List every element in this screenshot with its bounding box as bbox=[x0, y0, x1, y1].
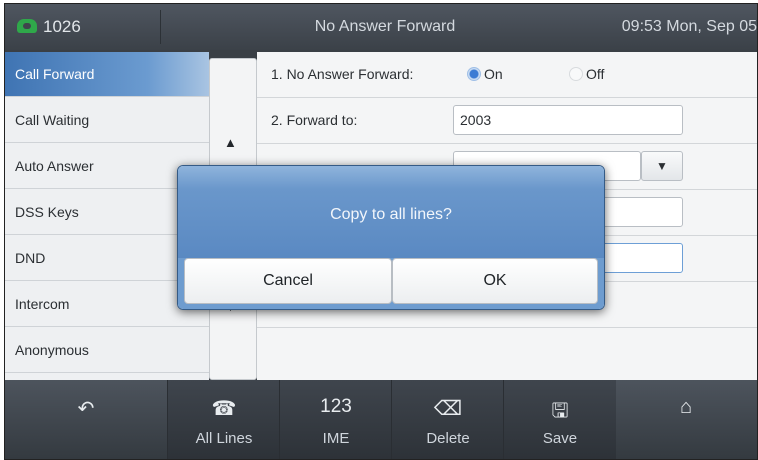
dialog-button-area: Cancel OK bbox=[178, 258, 604, 309]
copy-dialog: Copy to all lines? Cancel OK bbox=[177, 165, 605, 310]
dialog-message-area: Copy to all lines? bbox=[178, 166, 604, 258]
cancel-button[interactable]: Cancel bbox=[184, 258, 392, 304]
phone-screen: 1026 No Answer Forward 09:53 Mon, Sep 05… bbox=[4, 3, 758, 460]
ok-button[interactable]: OK bbox=[392, 258, 598, 304]
dialog-message: Copy to all lines? bbox=[330, 206, 452, 223]
